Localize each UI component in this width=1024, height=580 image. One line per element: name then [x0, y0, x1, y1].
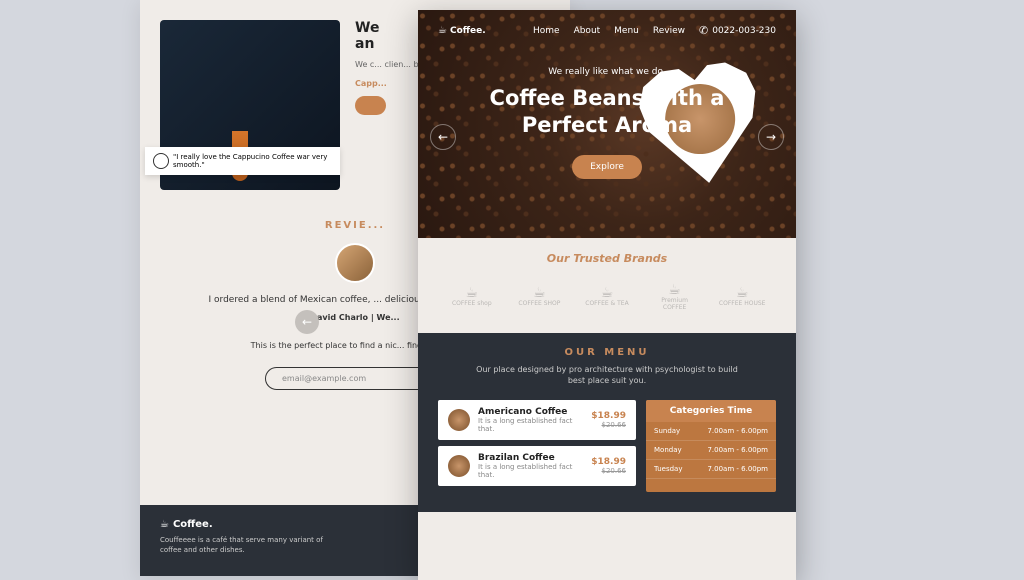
menu-item-desc: It is a long established fact that. [478, 417, 583, 433]
schedule-card: Categories Time Sunday7.00am - 6.00pm Mo… [646, 400, 776, 492]
about-cta-button[interactable] [355, 96, 386, 115]
menu-item[interactable]: Americano Coffee It is a long establishe… [438, 400, 636, 440]
hero-section: Coffee. Home About Menu Review 0022-003-… [418, 10, 796, 238]
schedule-row: Tuesday7.00am - 6.00pm [646, 460, 776, 479]
schedule-row: Sunday7.00am - 6.00pm [646, 422, 776, 441]
nav-phone[interactable]: 0022-003-230 [699, 24, 776, 37]
nav-link-about[interactable]: About [574, 26, 601, 36]
brand-logo: COFFEE & TEA [582, 277, 632, 317]
menu-item-old-price: $20.66 [591, 421, 626, 429]
foreground-page: Coffee. Home About Menu Review 0022-003-… [418, 10, 796, 580]
menu-item-desc: It is a long established fact that. [478, 463, 583, 479]
brands-section: Our Trusted Brands COFFEE shop COFFEE SH… [418, 238, 796, 333]
nav-logo[interactable]: Coffee. [438, 25, 486, 36]
nav-link-menu[interactable]: Menu [614, 26, 639, 36]
menu-subtitle: Our place designed by pro architecture w… [438, 364, 776, 386]
schedule-heading: Categories Time [646, 400, 776, 422]
menu-section: OUR MENU Our place designed by pro archi… [418, 333, 796, 512]
coffee-icon [448, 409, 470, 431]
menu-item-old-price: $20.66 [591, 467, 626, 475]
reviewer-avatar [335, 243, 375, 283]
menu-item-name: Brazilan Coffee [478, 453, 583, 463]
image-tooltip: "I really love the Cappucino Coffee war … [145, 147, 340, 175]
footer-logo[interactable]: Coffee. [160, 519, 340, 530]
nav-link-home[interactable]: Home [533, 26, 560, 36]
schedule-row: Monday7.00am - 6.00pm [646, 441, 776, 460]
menu-item-price: $18.99 [591, 457, 626, 467]
menu-item[interactable]: Brazilan Coffee It is a long established… [438, 446, 636, 486]
hero-subtitle: We really like what we do. [438, 67, 776, 77]
brand-logo: COFFEE SHOP [514, 277, 564, 317]
brand-logo: COFFEE HOUSE [717, 277, 767, 317]
menu-item-name: Americano Coffee [478, 407, 583, 417]
nav-link-review[interactable]: Review [653, 26, 685, 36]
review-prev-arrow[interactable]: ← [295, 310, 319, 334]
menu-item-price: $18.99 [591, 411, 626, 421]
footer-description: Couffeeee is a café that serve many vari… [160, 536, 340, 556]
espresso-image: "I really love the Cappucino Coffee war … [160, 20, 340, 190]
explore-button[interactable]: Explore [572, 155, 642, 179]
brands-heading: Our Trusted Brands [438, 252, 776, 265]
coffee-icon [448, 455, 470, 477]
navbar: Coffee. Home About Menu Review 0022-003-… [438, 24, 776, 37]
brand-logo: Premium COFFEE [650, 277, 700, 317]
menu-heading: OUR MENU [438, 347, 776, 358]
brand-logo: COFFEE shop [447, 277, 497, 317]
hero-title: Coffee Beans with aPerfect Aroma [438, 85, 776, 140]
